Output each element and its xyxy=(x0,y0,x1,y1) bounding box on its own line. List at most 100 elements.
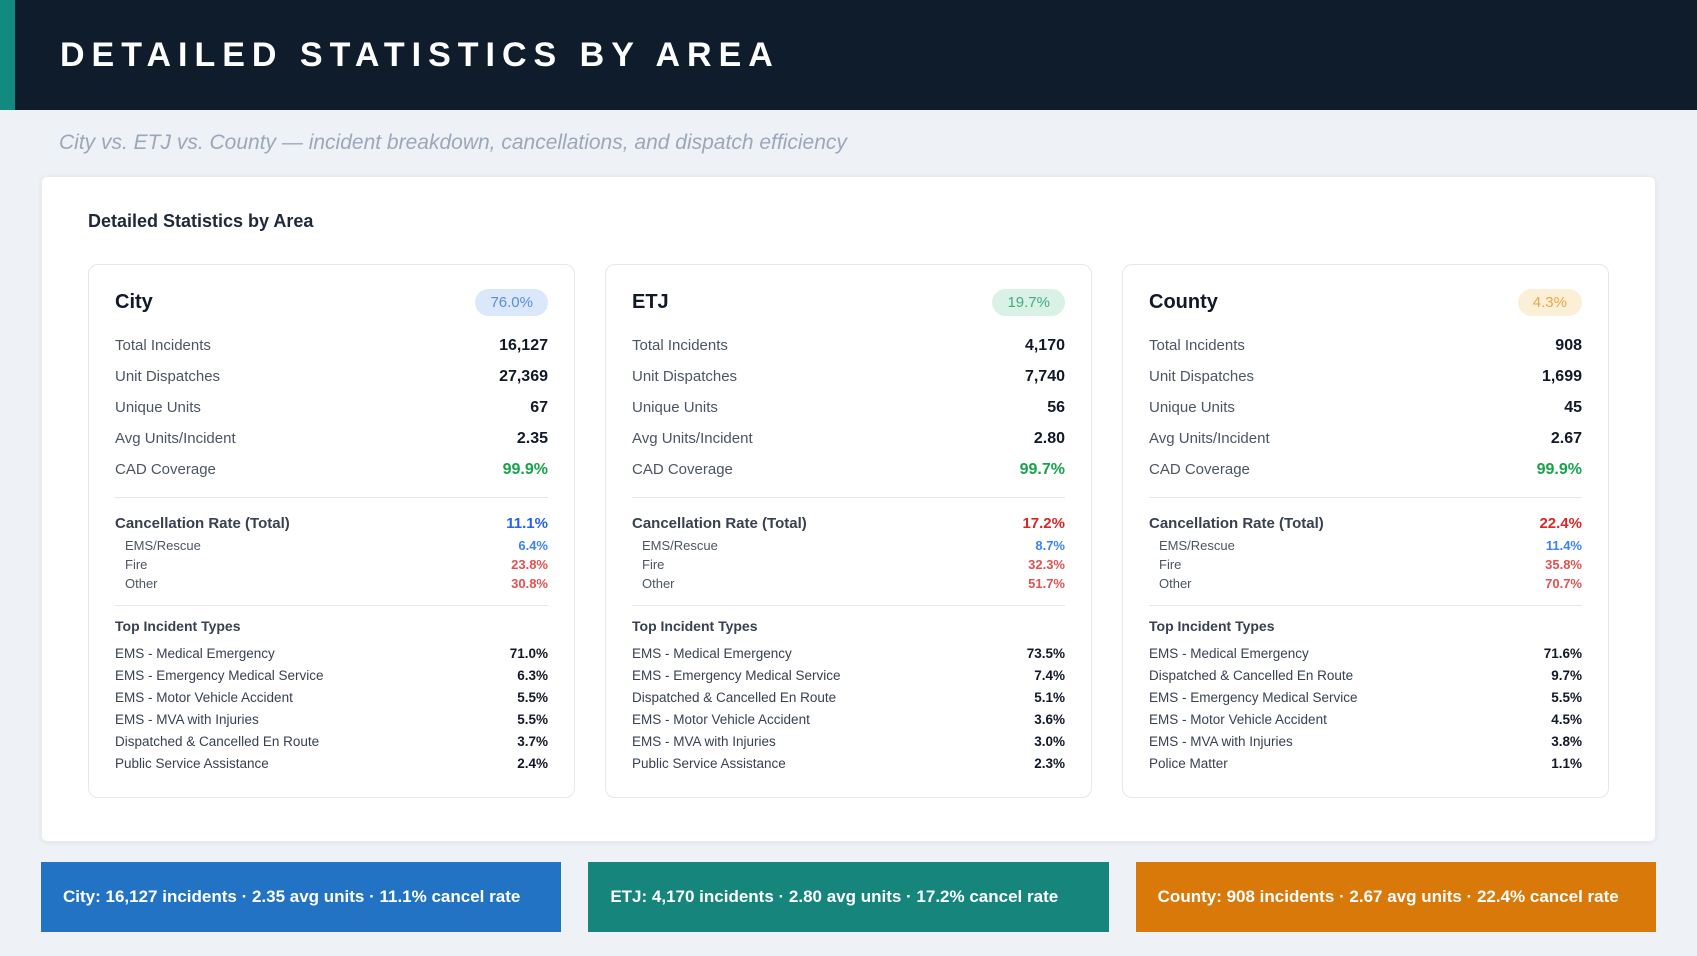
cancellation-breakdown-row: Other 30.8% xyxy=(115,574,548,593)
cancellation-breakdown-value: 8.7% xyxy=(1035,538,1065,553)
incident-type-value: 6.3% xyxy=(517,668,548,683)
stat-rows: Total Incidents908Unit Dispatches1,699Un… xyxy=(1149,330,1582,485)
incident-type-row: Public Service Assistance 2.3% xyxy=(632,752,1065,774)
page-title: DETAILED STATISTICS BY AREA xyxy=(60,36,780,75)
stat-value: 99.9% xyxy=(1537,461,1582,479)
incident-type-label: EMS - Emergency Medical Service xyxy=(1149,690,1358,705)
incident-type-value: 2.3% xyxy=(1034,756,1065,771)
cancellation-breakdown-value: 51.7% xyxy=(1028,576,1065,591)
area-card-header: ETJ19.7% xyxy=(632,289,1065,316)
cancellation-breakdown-row: EMS/Rescue11.4% xyxy=(1149,536,1582,555)
stats-panel: Detailed Statistics by Area City76.0%Tot… xyxy=(41,176,1656,842)
incident-type-row: EMS - MVA with Injuries5.5% xyxy=(115,708,548,730)
cancellation-breakdown-row: Other 51.7% xyxy=(632,574,1065,593)
cancellation-total: 11.1% xyxy=(506,515,548,532)
cancellation-breakdown-value: 70.7% xyxy=(1545,576,1582,591)
area-card-header: County 4.3% xyxy=(1149,289,1582,316)
stat-label: Unit Dispatches xyxy=(1149,368,1254,385)
incident-type-row: EMS - Medical Emergency73.5% xyxy=(632,642,1065,664)
cancellation-total-row: Cancellation Rate (Total)22.4% xyxy=(1149,510,1582,536)
stat-value: 908 xyxy=(1555,337,1582,355)
incident-type-value: 5.1% xyxy=(1034,690,1065,705)
incident-type-value: 1.1% xyxy=(1551,756,1582,771)
incident-type-value: 3.7% xyxy=(517,734,548,749)
incident-type-label: EMS - Medical Emergency xyxy=(115,646,275,661)
cancellation-breakdown: EMS/Rescue11.4%Fire35.8%Other70.7% xyxy=(1149,536,1582,593)
incident-type-label: EMS - Emergency Medical Service xyxy=(632,668,841,683)
stat-row: Avg Units/Incident2.67 xyxy=(1149,423,1582,454)
incident-type-row: Dispatched & Cancelled En Route9.7% xyxy=(1149,664,1582,686)
area-name: City xyxy=(115,291,153,314)
stat-label: Unique Units xyxy=(1149,399,1235,416)
summary-bar: City: 16,127 incidents · 2.35 avg units … xyxy=(41,862,561,932)
incident-type-value: 9.7% xyxy=(1551,668,1582,683)
stat-label: CAD Coverage xyxy=(115,461,216,478)
incident-type-label: Public Service Assistance xyxy=(115,756,269,771)
cancellation-label: Cancellation Rate (Total) xyxy=(632,515,807,532)
incident-type-value: 5.5% xyxy=(517,690,548,705)
divider xyxy=(115,605,548,606)
incident-type-value: 71.0% xyxy=(510,646,548,661)
incident-type-value: 4.5% xyxy=(1551,712,1582,727)
stat-row: Total Incidents908 xyxy=(1149,330,1582,361)
cancellation-breakdown-value: 30.8% xyxy=(511,576,548,591)
incident-type-value: 3.8% xyxy=(1551,734,1582,749)
stat-row: Unique Units67 xyxy=(115,392,548,423)
stat-value: 27,369 xyxy=(499,368,548,386)
cancellation-breakdown-value: 11.4% xyxy=(1546,538,1582,553)
top-incident-types-title: Top Incident Types xyxy=(115,618,548,634)
stat-label: Unique Units xyxy=(632,399,718,416)
cancellation-breakdown-label: Other xyxy=(125,576,158,591)
stat-rows: Total Incidents4,170Unit Dispatches7,740… xyxy=(632,330,1065,485)
stat-value: 2.35 xyxy=(517,430,548,448)
stat-row: Total Incidents4,170 xyxy=(632,330,1065,361)
incident-type-row: EMS - Motor Vehicle Accident 5.5% xyxy=(115,686,548,708)
area-card: ETJ19.7% Total Incidents4,170 Unit Dispatc… xyxy=(605,264,1092,798)
stat-label: CAD Coverage xyxy=(632,461,733,478)
cancellation-breakdown-row: EMS/Rescue8.7% xyxy=(632,536,1065,555)
area-share-badge: 19.7% xyxy=(992,289,1065,316)
incident-type-row: EMS - Medical Emergency71.6% xyxy=(1149,642,1582,664)
cancellation-breakdown-label: Fire xyxy=(125,557,147,572)
incident-type-row: EMS - MVA with Injuries3.0% xyxy=(632,730,1065,752)
cancellation-breakdown-value: 6.4% xyxy=(518,538,548,553)
panel-title: Detailed Statistics by Area xyxy=(88,211,1609,232)
cancellation-breakdown-row: Other70.7% xyxy=(1149,574,1582,593)
incident-type-row: EMS - MVA with Injuries3.8% xyxy=(1149,730,1582,752)
stat-row: CAD Coverage99.9% xyxy=(1149,454,1582,485)
top-incident-types-title: Top Incident Types xyxy=(1149,618,1582,634)
area-card-header: City76.0% xyxy=(115,289,548,316)
incident-type-label: EMS - Motor Vehicle Accident xyxy=(115,690,293,705)
incident-type-rows: EMS - Medical Emergency71.6%Dispatched &… xyxy=(1149,642,1582,774)
header-accent-stripe xyxy=(0,0,15,110)
cancellation-breakdown-value: 23.8% xyxy=(511,557,548,572)
stat-row: Avg Units/Incident2.80 xyxy=(632,423,1065,454)
stat-label: Unit Dispatches xyxy=(115,368,220,385)
area-card: County 4.3% Total Incidents908 Unit Dispatc… xyxy=(1122,264,1609,798)
cancellation-label: Cancellation Rate (Total) xyxy=(1149,515,1324,532)
page-subtitle: City vs. ETJ vs. County — incident break… xyxy=(59,131,1697,155)
incident-type-value: 3.0% xyxy=(1034,734,1065,749)
stat-value: 99.9% xyxy=(503,461,548,479)
cancellation-breakdown-row: EMS/Rescue6.4% xyxy=(115,536,548,555)
page-header: DETAILED STATISTICS BY AREA xyxy=(0,0,1697,110)
stat-label: Unique Units xyxy=(115,399,201,416)
stat-label: Unit Dispatches xyxy=(632,368,737,385)
incident-type-rows: EMS - Medical Emergency71.0%EMS - Emerge… xyxy=(115,642,548,774)
area-card: City76.0%Total Incidents16,127Unit Dispa… xyxy=(88,264,575,798)
cancellation-breakdown-value: 32.3% xyxy=(1028,557,1065,572)
area-cards: City76.0%Total Incidents16,127Unit Dispa… xyxy=(88,264,1609,798)
incident-type-label: EMS - Motor Vehicle Accident xyxy=(632,712,810,727)
top-incident-types-title: Top Incident Types xyxy=(632,618,1065,634)
incident-type-value: 71.6% xyxy=(1544,646,1582,661)
area-share-badge: 4.3% xyxy=(1518,289,1582,316)
incident-type-label: Public Service Assistance xyxy=(632,756,786,771)
area-name: County xyxy=(1149,291,1218,314)
incident-type-label: EMS - Motor Vehicle Accident xyxy=(1149,712,1327,727)
incident-type-label: Dispatched & Cancelled En Route xyxy=(632,690,836,705)
stat-label: Avg Units/Incident xyxy=(1149,430,1270,447)
incident-type-value: 5.5% xyxy=(517,712,548,727)
cancellation-breakdown-label: Other xyxy=(642,576,675,591)
stat-value: 56 xyxy=(1047,399,1065,417)
cancellation-breakdown-row: Fire32.3% xyxy=(632,555,1065,574)
